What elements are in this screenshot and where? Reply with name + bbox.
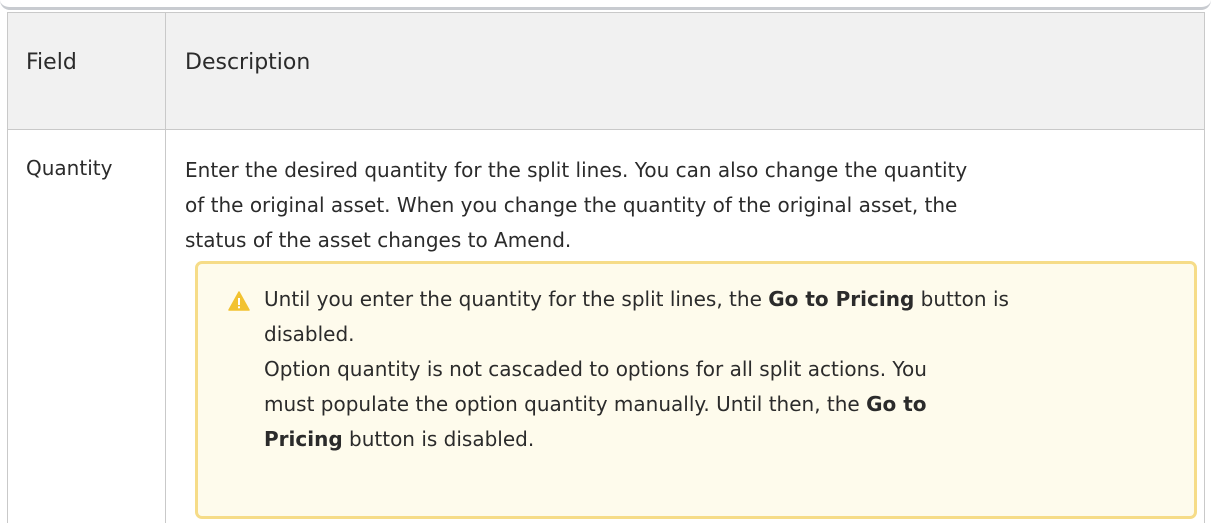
note-paragraph-2-line3: Pricing button is disabled.: [264, 422, 1174, 457]
go-to-pricing-label: Pricing: [264, 427, 343, 451]
previous-block-edge: [0, 0, 1211, 10]
row-field-quantity: Quantity: [26, 156, 113, 180]
column-divider: [165, 13, 166, 523]
go-to-pricing-label: Go to: [866, 392, 927, 416]
note-paragraph-1: Until you enter the quantity for the spl…: [264, 282, 1174, 317]
field-description-table: Field Description Quantity Enter the des…: [7, 12, 1205, 523]
description-line: of the original asset. When you change t…: [185, 193, 958, 217]
note-paragraph-1-line2: disabled.: [264, 322, 355, 346]
note-text-run: Until you enter the quantity for the spl…: [264, 287, 769, 311]
description-line: Enter the desired quantity for the split…: [185, 158, 968, 182]
warning-note-text: Until you enter the quantity for the spl…: [264, 282, 1174, 457]
description-line: status of the asset changes to Amend.: [185, 228, 572, 252]
row-description: Enter the desired quantity for the split…: [185, 153, 1185, 258]
header-field: Field: [26, 50, 77, 75]
note-text-run: button is disabled.: [342, 427, 535, 451]
note-text-run: must populate the option quantity manual…: [264, 392, 867, 416]
note-paragraph-2: Option quantity is not cascaded to optio…: [264, 357, 927, 381]
header-description: Description: [185, 50, 311, 75]
warning-note: Until you enter the quantity for the spl…: [195, 261, 1197, 519]
document-frame: Field Description Quantity Enter the des…: [0, 0, 1211, 523]
go-to-pricing-label: Go to Pricing: [768, 287, 915, 311]
note-text-run: button is: [914, 287, 1009, 311]
warning-triangle-icon: [228, 291, 250, 311]
table-header-row: Field Description: [8, 13, 1204, 130]
note-paragraph-2-line2: must populate the option quantity manual…: [264, 387, 1174, 422]
